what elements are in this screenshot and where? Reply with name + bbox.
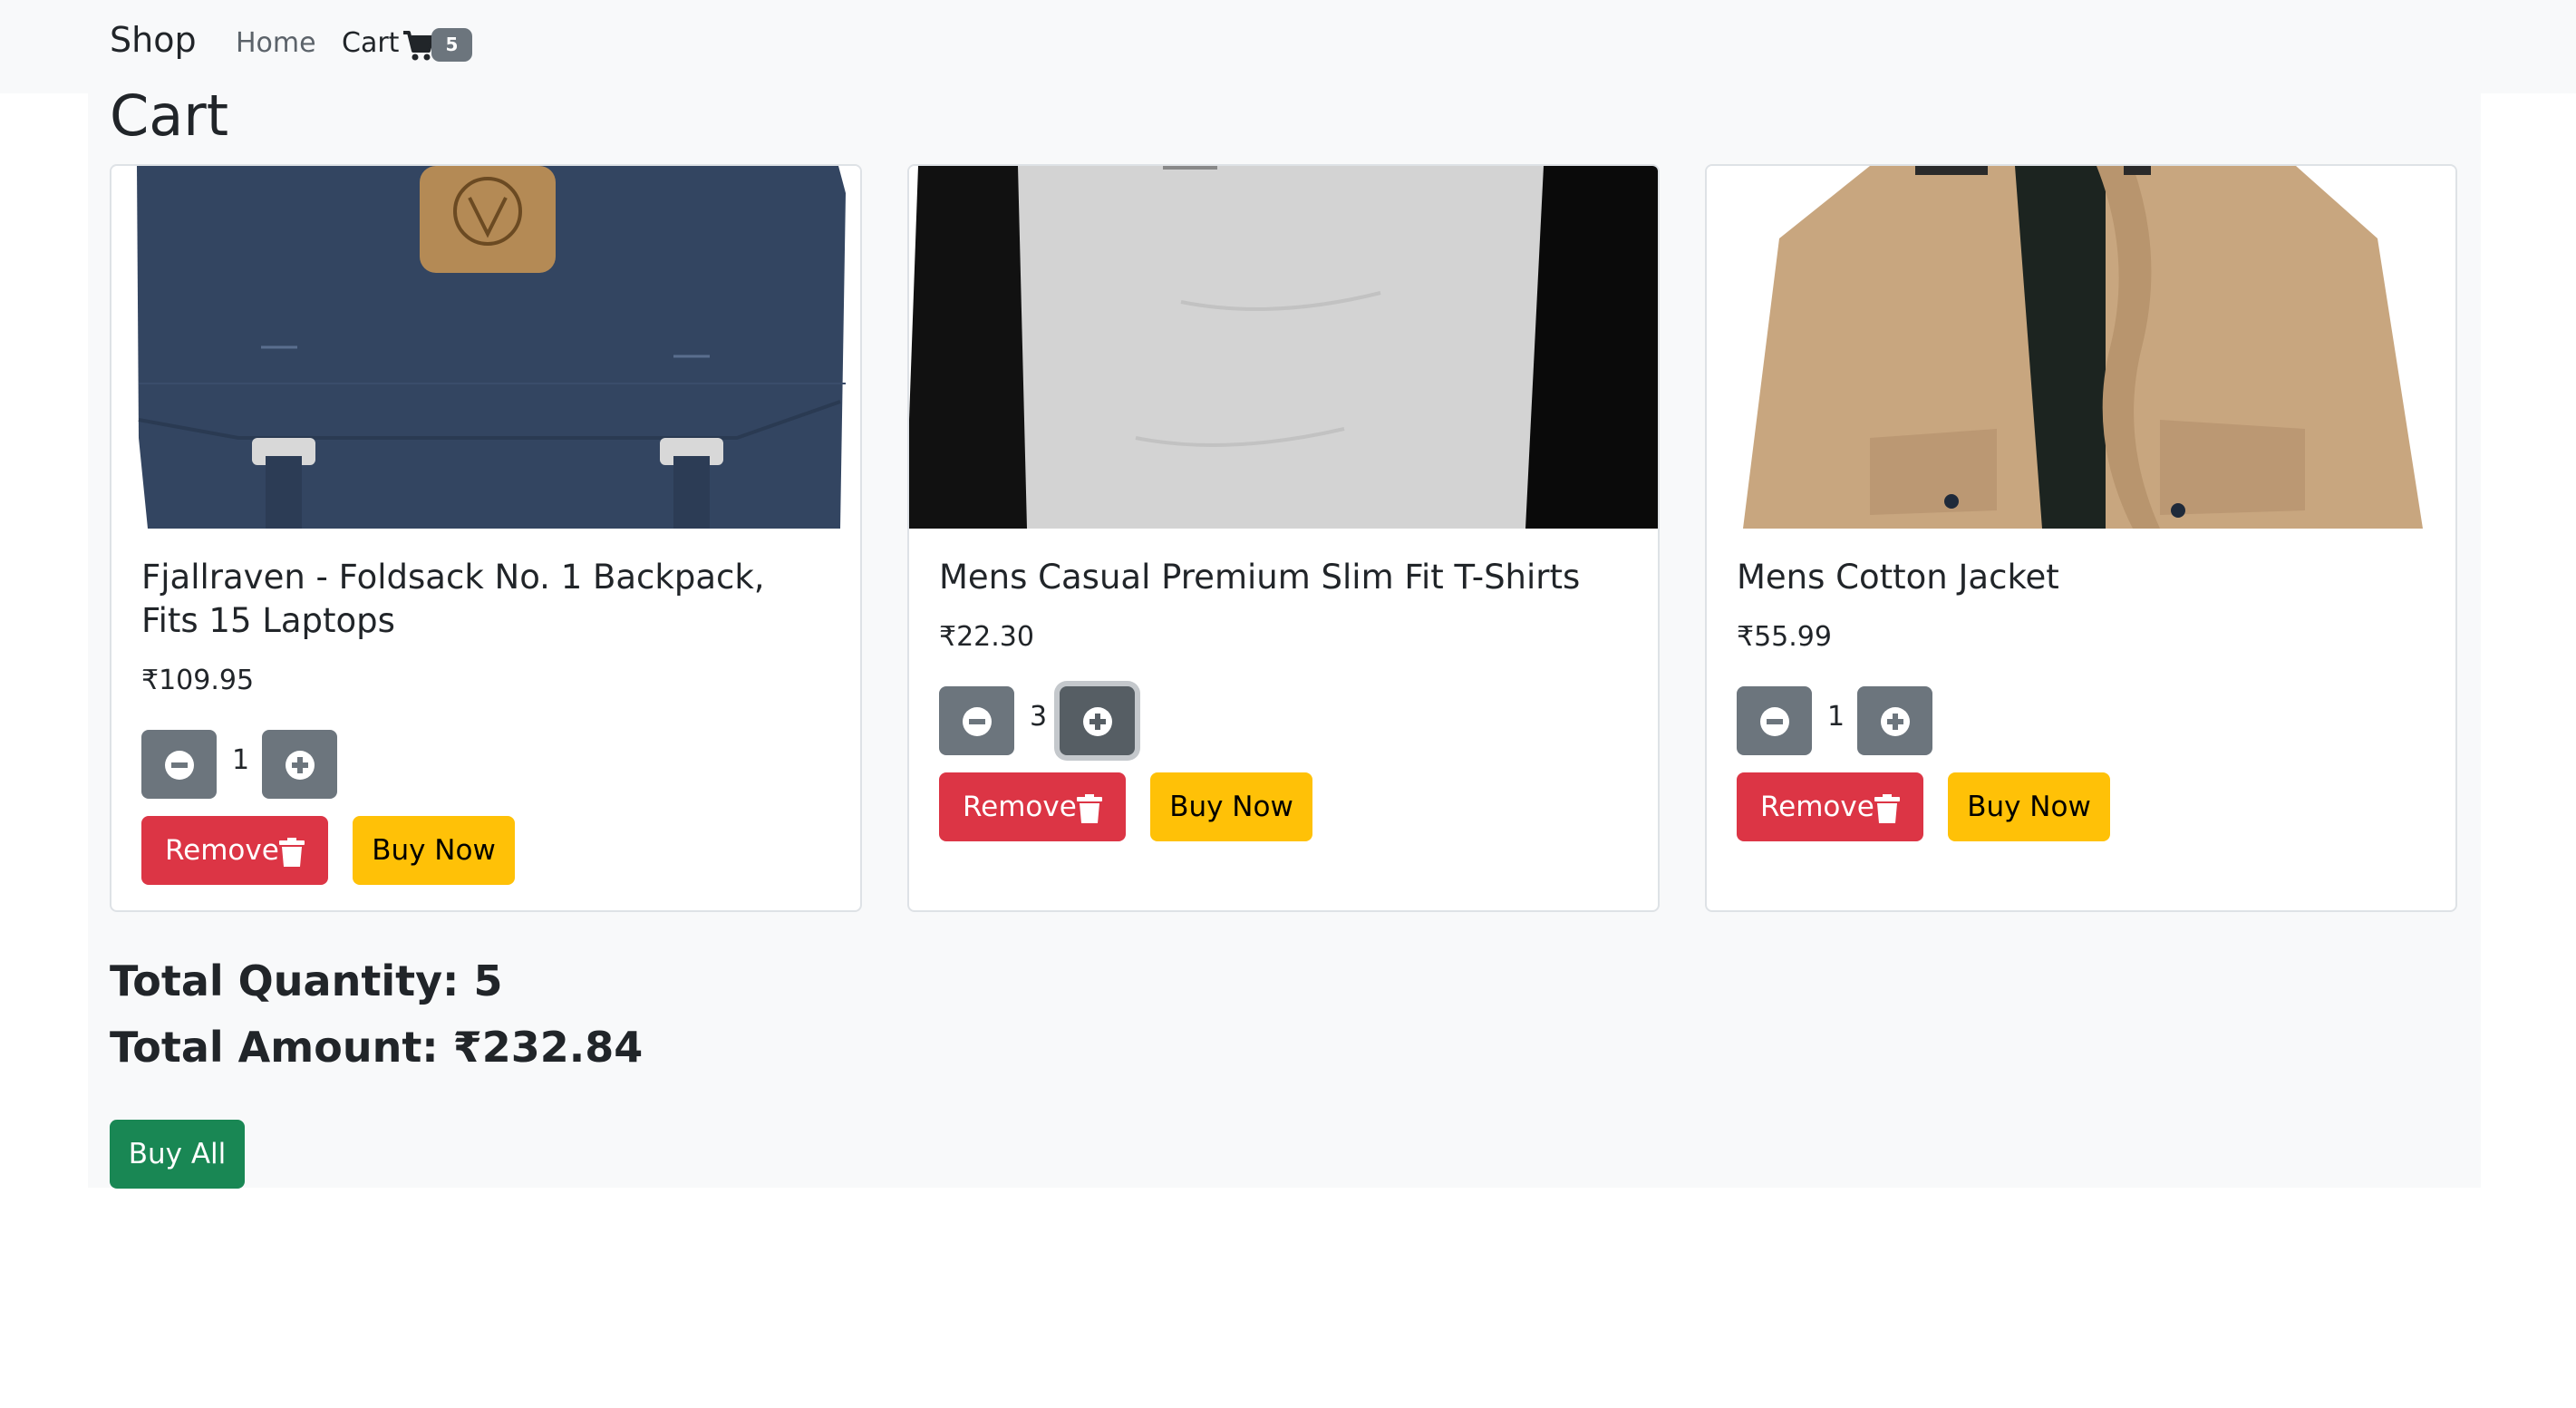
remove-button[interactable]: Remove bbox=[1737, 772, 1923, 841]
quantity-value: 1 bbox=[1827, 701, 1845, 733]
nav-cart-link[interactable]: Cart bbox=[342, 27, 399, 59]
plus-circle-icon bbox=[1881, 707, 1910, 736]
trash-icon bbox=[1077, 794, 1102, 823]
increment-quantity-button[interactable] bbox=[262, 730, 337, 799]
remove-label: Remove bbox=[1760, 791, 1874, 823]
remove-button[interactable]: Remove bbox=[141, 816, 328, 885]
product-price: ₹22.30 bbox=[939, 621, 1034, 653]
total-amount: Total Amount: ₹232.84 bbox=[110, 1023, 644, 1072]
shopping-cart-icon[interactable] bbox=[402, 29, 433, 62]
decrement-quantity-button[interactable] bbox=[141, 730, 217, 799]
trash-icon bbox=[1874, 794, 1900, 823]
product-price: ₹55.99 bbox=[1737, 621, 1832, 653]
quantity-value: 3 bbox=[1030, 701, 1048, 733]
remove-label: Remove bbox=[165, 834, 279, 867]
total-quantity: Total Quantity: 5 bbox=[110, 956, 503, 1005]
plus-circle-icon bbox=[286, 751, 315, 780]
increment-quantity-button[interactable] bbox=[1857, 686, 1932, 755]
remove-label: Remove bbox=[963, 791, 1077, 823]
product-title: Mens Cotton Jacket bbox=[1737, 558, 2059, 597]
quantity-value: 1 bbox=[232, 744, 250, 776]
product-image-backpack bbox=[111, 166, 860, 529]
buy-all-button[interactable]: Buy All bbox=[110, 1120, 245, 1189]
brand-link[interactable]: Shop bbox=[110, 20, 197, 60]
remove-button[interactable]: Remove bbox=[939, 772, 1126, 841]
navbar: Shop Home Cart 5 bbox=[0, 0, 2576, 93]
buy-now-button[interactable]: Buy Now bbox=[1150, 772, 1312, 841]
decrement-quantity-button[interactable] bbox=[939, 686, 1014, 755]
minus-circle-icon bbox=[1760, 707, 1789, 736]
product-image-jacket bbox=[1707, 166, 2455, 529]
minus-circle-icon bbox=[165, 751, 194, 780]
increment-quantity-button[interactable] bbox=[1060, 686, 1135, 755]
plus-circle-icon bbox=[1083, 707, 1112, 736]
decrement-quantity-button[interactable] bbox=[1737, 686, 1812, 755]
product-image-tshirt bbox=[909, 166, 1658, 529]
product-title: Fjallraven - Foldsack No. 1 Backpack, Fi… bbox=[141, 558, 765, 640]
product-title: Mens Casual Premium Slim Fit T-Shirts bbox=[939, 558, 1581, 597]
buy-now-button[interactable]: Buy Now bbox=[1948, 772, 2110, 841]
buy-now-button[interactable]: Buy Now bbox=[353, 816, 515, 885]
cart-count-badge: 5 bbox=[431, 28, 472, 62]
cart-item-card: Mens Cotton Jacket ₹55.99 1 Remove Buy N… bbox=[1705, 164, 2457, 912]
minus-circle-icon bbox=[963, 707, 992, 736]
cart-item-card: Fjallraven - Foldsack No. 1 Backpack, Fi… bbox=[110, 164, 862, 912]
cart-item-card: Mens Casual Premium Slim Fit T-Shirts ₹2… bbox=[907, 164, 1660, 912]
product-price: ₹109.95 bbox=[141, 665, 255, 696]
nav-home-link[interactable]: Home bbox=[236, 27, 316, 59]
page-title: Cart bbox=[110, 83, 229, 149]
trash-icon bbox=[279, 838, 305, 867]
